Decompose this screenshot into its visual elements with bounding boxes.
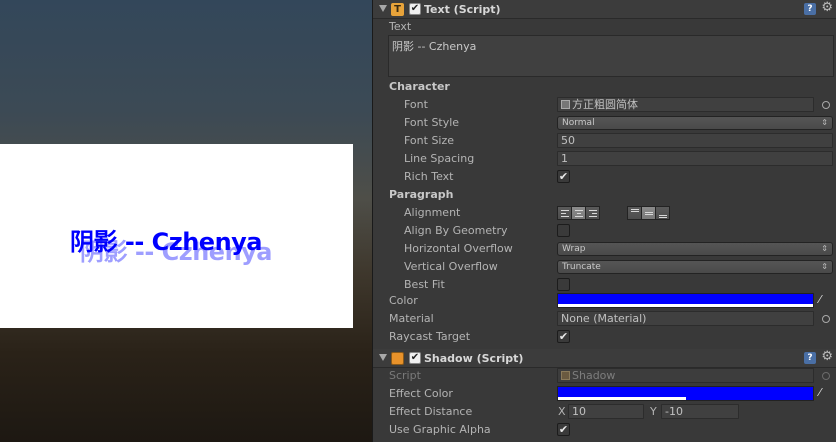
font-style-dropdown[interactable]: Normal ⇕ (557, 116, 833, 130)
text-component-title: Text (Script) (424, 3, 501, 16)
use-graphic-alpha-checkbox[interactable]: ✔ (557, 423, 570, 436)
paragraph-section-header: Paragraph (389, 188, 454, 201)
text-input-area[interactable]: 阴影 -- Czhenya (388, 35, 834, 77)
shadow-component-header[interactable]: ✔ Shadow (Script) ? ⚙ (373, 349, 836, 368)
help-icon[interactable]: ? (804, 352, 816, 364)
x-label[interactable]: X (558, 405, 566, 418)
material-field[interactable]: None (Material) (557, 311, 814, 326)
character-section-header: Character (389, 80, 450, 93)
color-field[interactable] (557, 293, 814, 308)
raycast-target-label: Raycast Target (389, 330, 471, 343)
material-label: Material (389, 312, 434, 325)
vertical-alignment-group (627, 206, 670, 220)
align-top-button[interactable] (627, 206, 642, 220)
vertical-overflow-value: Truncate (562, 262, 601, 272)
scene-view[interactable]: 阴影 -- Czhenya 阴影 -- Czhenya (0, 0, 372, 442)
align-by-geometry-checkbox[interactable] (557, 224, 570, 237)
effect-distance-y-field[interactable]: -10 (661, 404, 739, 419)
align-center-button[interactable] (571, 206, 586, 220)
color-label: Color (389, 294, 418, 307)
font-value: 方正粗圆简体 (572, 98, 638, 111)
canvas-panel: 阴影 -- Czhenya 阴影 -- Czhenya (0, 144, 353, 328)
align-middle-button[interactable] (641, 206, 656, 220)
effect-distance-x-field[interactable]: 10 (568, 404, 644, 419)
vertical-overflow-dropdown[interactable]: Truncate ⇕ (557, 260, 833, 274)
dropdown-arrows-icon: ⇕ (821, 262, 828, 271)
horizontal-alignment-group (557, 206, 600, 220)
font-style-value: Normal (562, 118, 595, 128)
dropdown-arrows-icon: ⇕ (821, 244, 828, 253)
color-alpha-bar (558, 304, 813, 307)
line-spacing-label: Line Spacing (404, 152, 475, 165)
inspector-panel: T ✔ Text (Script) ? ⚙ Text 阴影 -- Czhenya… (373, 0, 836, 442)
horizontal-overflow-dropdown[interactable]: Wrap ⇕ (557, 242, 833, 256)
y-label[interactable]: Y (650, 405, 657, 418)
shadow-enabled-checkbox[interactable]: ✔ (409, 352, 421, 364)
best-fit-checkbox[interactable] (557, 278, 570, 291)
horizontal-overflow-label: Horizontal Overflow (404, 242, 513, 255)
rich-text-label: Rich Text (404, 170, 454, 183)
raycast-target-checkbox[interactable]: ✔ (557, 330, 570, 343)
align-left-button[interactable] (557, 206, 572, 220)
effect-distance-label: Effect Distance (389, 405, 473, 418)
font-label: Font (404, 98, 428, 111)
rich-text-checkbox[interactable]: ✔ (557, 170, 570, 183)
gear-icon[interactable]: ⚙ (821, 1, 833, 15)
align-bottom-button[interactable] (655, 206, 670, 220)
text-label: Text (389, 20, 412, 33)
script-label: Script (389, 369, 421, 382)
object-picker-icon[interactable] (822, 101, 830, 109)
font-size-label: Font Size (404, 134, 455, 147)
object-picker-icon[interactable] (822, 315, 830, 323)
font-field[interactable]: 方正粗圆简体 (557, 97, 814, 112)
line-spacing-field[interactable]: 1 (557, 151, 833, 166)
dropdown-arrows-icon: ⇕ (821, 118, 828, 127)
gear-icon[interactable]: ⚙ (821, 350, 833, 364)
script-field: Shadow (557, 368, 814, 383)
use-graphic-alpha-label: Use Graphic Alpha (389, 423, 491, 436)
alignment-label: Alignment (404, 206, 461, 219)
text-enabled-checkbox[interactable]: ✔ (409, 3, 421, 15)
shadow-component-title: Shadow (Script) (424, 352, 524, 365)
effect-color-field[interactable] (557, 386, 814, 401)
horizontal-overflow-value: Wrap (562, 244, 586, 254)
object-picker-icon (822, 372, 830, 380)
font-size-field[interactable]: 50 (557, 133, 833, 148)
effect-color-label: Effect Color (389, 387, 453, 400)
text-component-header[interactable]: T ✔ Text (Script) ? ⚙ (373, 0, 836, 19)
help-icon[interactable]: ? (804, 3, 816, 15)
eyedropper-icon[interactable]: ⁄ (819, 387, 831, 399)
effect-color-alpha-bar (558, 397, 686, 400)
text-component-icon: T (391, 3, 404, 16)
align-by-geometry-label: Align By Geometry (404, 224, 508, 237)
preview-text: 阴影 -- Czhenya (70, 228, 263, 256)
script-asset-icon (561, 371, 570, 380)
align-right-button[interactable] (585, 206, 600, 220)
script-value: Shadow (572, 369, 616, 382)
best-fit-label: Best Fit (404, 278, 445, 291)
font-style-label: Font Style (404, 116, 460, 129)
foldout-arrow-icon[interactable] (379, 354, 387, 361)
eyedropper-icon[interactable]: ⁄ (819, 294, 831, 306)
foldout-arrow-icon[interactable] (379, 5, 387, 12)
vertical-overflow-label: Vertical Overflow (404, 260, 498, 273)
font-asset-icon (561, 100, 570, 109)
shadow-component-icon (391, 352, 404, 365)
